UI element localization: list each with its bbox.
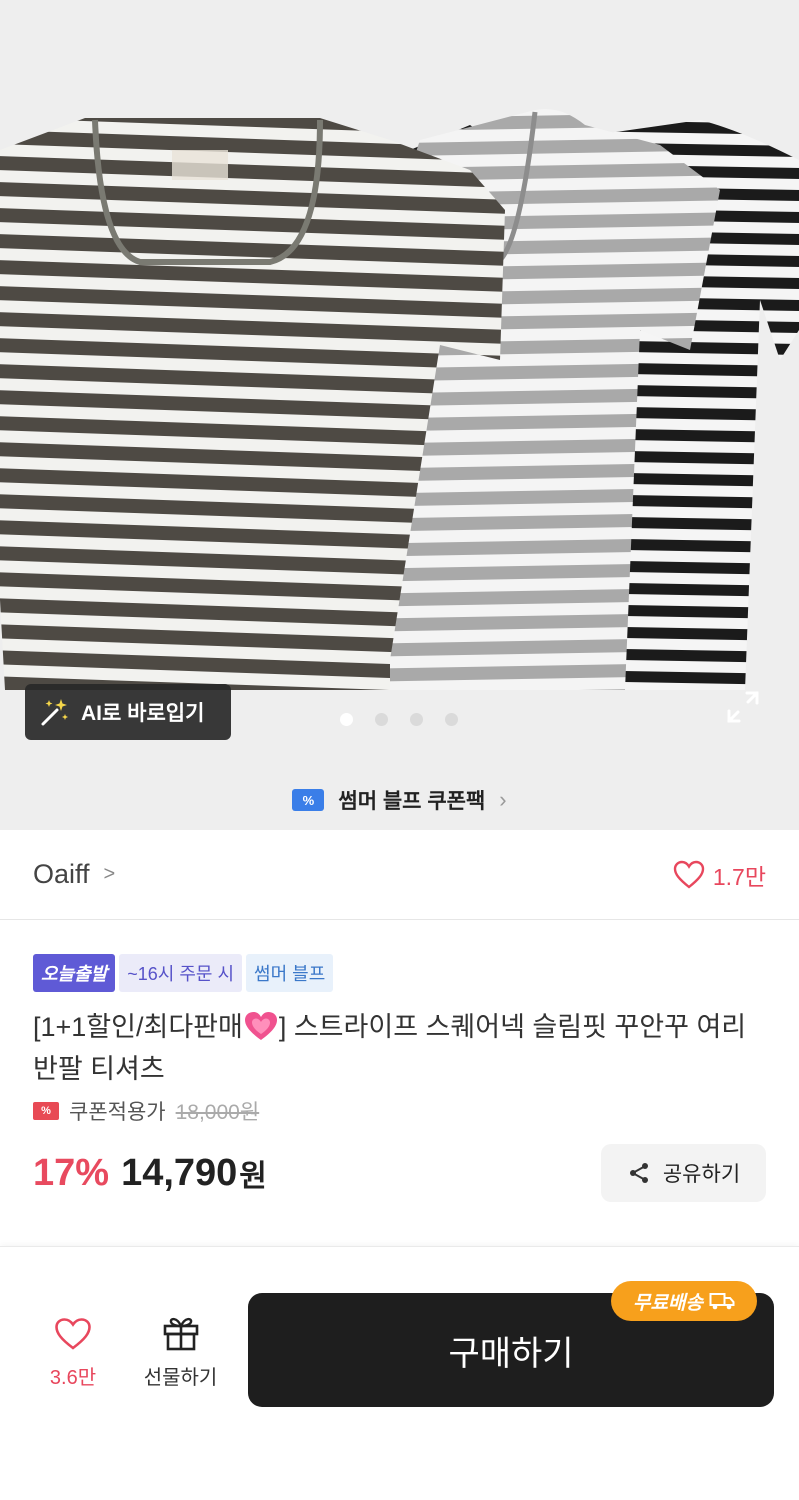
bottom-action-bar: 3.6만 선물하기 구매하기 무료배송 xyxy=(0,1246,799,1500)
carousel-dot[interactable] xyxy=(375,713,388,726)
gift-button[interactable]: 선물하기 xyxy=(133,1313,228,1390)
carousel-indicator xyxy=(340,713,458,726)
gift-label: 선물하기 xyxy=(143,1367,218,1389)
brand-name[interactable]: Oaiff xyxy=(33,859,90,890)
free-shipping-badge: 무료배송 xyxy=(611,1281,757,1321)
coupon-ticket-icon: % xyxy=(292,789,325,811)
brand-favorite-button[interactable]: 1.7만 xyxy=(673,858,766,892)
coupon-price-label: 쿠폰적용가 xyxy=(69,1101,166,1124)
chevron-right-icon: › xyxy=(499,787,507,812)
heart-emoji-icon xyxy=(244,1012,277,1040)
gift-icon xyxy=(163,1317,198,1351)
share-icon xyxy=(629,1163,648,1183)
like-count: 3.6만 xyxy=(49,1367,97,1389)
chevron-right-icon[interactable]: > xyxy=(104,863,116,886)
buy-label: 구매하기 xyxy=(448,1334,574,1373)
truck-icon xyxy=(709,1293,735,1310)
share-button[interactable]: 공유하기 xyxy=(601,1144,766,1202)
coupon-pack-label: 썸머 블프 쿠폰팩 xyxy=(338,790,486,813)
brand-like-count: 1.7만 xyxy=(712,863,766,890)
product-title: [1+1할인/최다판매 ] 스트라이프 스퀘어넥 슬림핏 꾸안꾸 여리 반팔 티… xyxy=(33,1006,768,1090)
original-price: 18,000원 xyxy=(175,1101,260,1124)
product-title-prefix: [1+1할인/최다판매 xyxy=(33,1012,243,1042)
carousel-dot[interactable] xyxy=(445,713,458,726)
ai-try-on-button[interactable]: AI로 바로입기 xyxy=(25,684,231,740)
share-label: 공유하기 xyxy=(662,1163,741,1186)
sale-price: 14,790 xyxy=(121,1151,238,1194)
coupon-price-line: % 쿠폰적용가 18,000원 xyxy=(33,1096,766,1126)
like-button[interactable]: 3.6만 xyxy=(33,1317,113,1390)
brand-row: Oaiff > 1.7만 xyxy=(0,830,799,920)
price-row: 17% 14,790 원 공유하기 xyxy=(33,1144,766,1202)
product-photo xyxy=(0,109,799,690)
heart-outline-icon xyxy=(673,860,705,889)
coupon-icon: % xyxy=(33,1102,59,1120)
summer-sale-tag: 썸머 블프 xyxy=(246,954,334,992)
tag-list: 오늘출발 ~16시 주문 시 썸머 블프 xyxy=(33,954,766,992)
magic-wand-icon xyxy=(41,699,68,726)
ai-try-on-label: AI로 바로입기 xyxy=(81,702,205,725)
discount-rate: 17% xyxy=(33,1151,110,1194)
currency-unit: 원 xyxy=(239,1160,267,1193)
free-shipping-label: 무료배송 xyxy=(633,1292,703,1314)
heart-outline-icon xyxy=(55,1318,91,1350)
coupon-pack-banner[interactable]: % 썸머 블프 쿠폰팩 › xyxy=(0,770,799,830)
today-shipping-tag: 오늘출발 xyxy=(33,954,116,992)
carousel-dot[interactable] xyxy=(410,713,423,726)
product-info: 오늘출발 ~16시 주문 시 썸머 블프 [1+1할인/최다판매 ] 스트라이프… xyxy=(0,921,799,1246)
carousel-dot[interactable] xyxy=(340,713,353,726)
expand-icon[interactable] xyxy=(726,690,760,724)
order-deadline-tag: ~16시 주문 시 xyxy=(119,954,243,992)
product-image-carousel[interactable]: AI로 바로입기 % 썸머 블프 쿠폰팩 › xyxy=(0,0,799,830)
